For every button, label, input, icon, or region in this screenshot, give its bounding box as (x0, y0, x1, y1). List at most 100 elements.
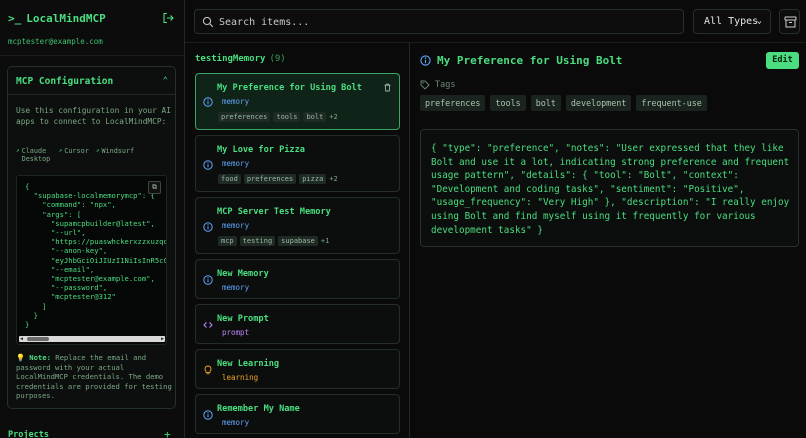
tag: bolt (303, 112, 327, 122)
edit-button[interactable]: Edit (766, 52, 799, 69)
client-link-cursor[interactable]: ↗ Cursor (59, 147, 89, 163)
detail-content: { "type": "preference", "notes": "User e… (431, 143, 790, 236)
info-icon (203, 222, 213, 232)
type-filter-value: All Types (704, 16, 759, 27)
search-box[interactable] (194, 9, 684, 34)
projects-label: Projects (8, 430, 49, 438)
list-item[interactable]: MCP Server Test Memory memory mcp testin… (195, 197, 400, 254)
list-item-tags: mcp testing supabase +1 (218, 236, 329, 246)
type-filter-select[interactable]: All Types ⌄ (693, 9, 771, 34)
tag: testing (239, 236, 276, 246)
divider (8, 94, 175, 95)
folder-name: testingMemory (195, 54, 266, 64)
scroll-right-icon[interactable]: ▶ (161, 336, 164, 342)
tags-label-row: Tags (420, 80, 455, 90)
archive-icon (784, 16, 797, 28)
tag: development (565, 95, 632, 111)
info-icon (203, 410, 213, 420)
client-link-label: Windsurf (101, 147, 135, 155)
tag-icon (420, 80, 430, 90)
list-item-type: memory (222, 283, 250, 292)
detail-content-box: { "type": "preference", "notes": "User e… (420, 129, 799, 247)
more-tags-count: +2 (329, 175, 338, 183)
client-links: ↗ Claude Desktop ↗ Cursor ↗ Windsurf (16, 147, 176, 163)
external-link-icon: ↗ (95, 147, 100, 154)
search-icon (202, 16, 214, 28)
code-icon (203, 322, 213, 328)
mcp-configuration-title[interactable]: MCP Configuration (16, 76, 113, 87)
config-code-block[interactable]: { "supabase-localmemorymcp": { "command"… (16, 175, 167, 345)
copy-icon[interactable]: ⧉ (148, 181, 161, 194)
more-tags-count: +2 (329, 113, 338, 121)
list-item[interactable]: New Learning learning (195, 349, 400, 389)
more-tags-count: +1 (320, 237, 330, 245)
list-item[interactable]: Remember My Name memory (195, 394, 400, 434)
list-item-title: New Prompt (217, 314, 269, 324)
client-link-label: Cursor (64, 147, 89, 155)
list-item-type: memory (222, 418, 250, 427)
tag: pizza (299, 174, 327, 184)
trash-icon[interactable] (383, 83, 392, 92)
archive-button[interactable] (779, 9, 800, 34)
mcp-description: Use this configuration in your AI apps t… (16, 106, 171, 126)
tag: preferences (218, 112, 271, 122)
list-item-title: My Love for Pizza (217, 145, 305, 155)
client-link-claude-desktop[interactable]: ↗ Claude Desktop (16, 147, 52, 163)
list-item-type: learning (222, 373, 259, 382)
tag: supabase (278, 236, 318, 246)
list-item-type: prompt (222, 328, 250, 337)
tag: tools (490, 95, 526, 111)
tag: preferences (243, 174, 297, 184)
logout-icon[interactable] (162, 12, 174, 24)
list-item-tags: food preferences pizza +2 (218, 174, 338, 184)
list-item[interactable]: New Memory memory (195, 259, 400, 299)
memory-list: testingMemory (9) My Preference for Using… (185, 43, 410, 438)
external-link-icon: ↗ (58, 147, 63, 154)
app-name: LocalMindMCP (26, 12, 106, 25)
item-count: (9) (269, 54, 286, 64)
list-item[interactable]: My Preference for Using Bolt memory pref… (195, 73, 400, 130)
add-project-icon[interactable]: + (164, 428, 171, 438)
divider (0, 55, 185, 56)
mcp-configuration-panel: MCP Configuration ⌃ Use this configurati… (7, 66, 176, 409)
tag: frequent-use (636, 95, 707, 111)
detail-panel: My Preference for Using Bolt Edit Tags p… (411, 43, 806, 438)
config-code: { "supabase-localmemorymcp": { "command"… (25, 182, 167, 330)
list-item-type: memory (222, 221, 250, 230)
list-item-title: New Memory (217, 269, 269, 279)
info-icon (420, 55, 431, 66)
credentials-note: 💡 Note: Replace the email and password w… (16, 353, 172, 401)
tag: preferences (420, 95, 486, 111)
tag: food (218, 174, 241, 184)
list-item-type: memory (222, 97, 250, 106)
list-item-title: Remember My Name (217, 404, 300, 414)
tag: tools (273, 112, 301, 122)
list-item-tags: preferences tools bolt +2 (218, 112, 338, 122)
scroll-left-icon[interactable]: ◀ (20, 336, 23, 342)
chevron-up-icon[interactable]: ⌃ (163, 76, 168, 86)
terminal-icon: >_ (8, 12, 22, 25)
info-icon (203, 97, 213, 107)
chevron-down-icon: ⌄ (756, 16, 762, 26)
info-icon (203, 160, 213, 170)
list-header: testingMemory (9) (195, 54, 286, 64)
list-item[interactable]: My Love for Pizza memory food preference… (195, 135, 400, 192)
list-item-title: MCP Server Test Memory (217, 207, 331, 217)
tag: bolt (530, 95, 561, 111)
brand: >_ LocalMindMCP (8, 12, 106, 25)
search-input[interactable] (219, 13, 674, 31)
lightbulb-icon: 💡 (16, 353, 25, 362)
list-item[interactable]: New Prompt prompt (195, 304, 400, 344)
client-link-windsurf[interactable]: ↗ Windsurf (96, 147, 134, 163)
horizontal-scrollbar[interactable]: ◀ ▶ (19, 336, 165, 342)
tags-label: Tags (435, 80, 456, 90)
sidebar: >_ LocalMindMCP mcptester@example.com MC… (0, 0, 185, 438)
scrollbar-thumb[interactable] (27, 337, 49, 341)
info-icon (203, 275, 213, 285)
external-link-icon: ↗ (16, 147, 20, 154)
client-link-label: Claude Desktop (21, 147, 51, 163)
list-item-title: New Learning (217, 359, 280, 369)
list-item-title: My Preference for Using Bolt (217, 83, 362, 93)
tag: mcp (218, 236, 237, 246)
note-label: Note: (29, 353, 51, 362)
